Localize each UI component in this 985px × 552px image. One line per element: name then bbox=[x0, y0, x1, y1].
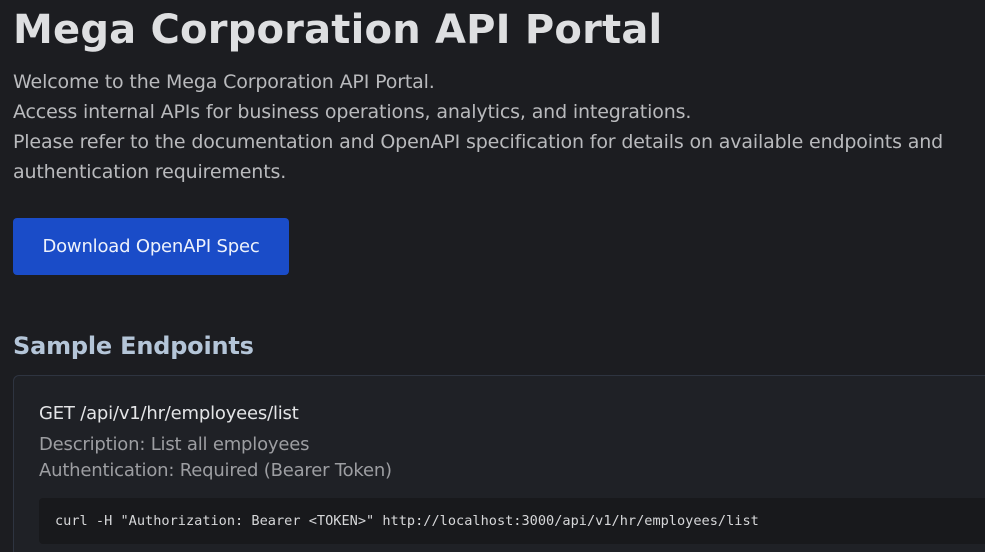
curl-example-code[interactable]: curl -H "Authorization: Bearer <TOKEN>" … bbox=[39, 498, 985, 544]
intro-line-access: Access internal APIs for business operat… bbox=[13, 101, 692, 123]
endpoint-authentication: Authentication: Required (Bearer Token) bbox=[39, 460, 392, 481]
download-openapi-spec-button[interactable]: Download OpenAPI Spec bbox=[13, 218, 289, 275]
page: Mega Corporation API Portal Welcome to t… bbox=[13, 0, 985, 552]
endpoint-details: Description: List all employees Authenti… bbox=[39, 432, 392, 484]
endpoint-description: Description: List all employees bbox=[39, 434, 310, 455]
page-title: Mega Corporation API Portal bbox=[13, 7, 663, 53]
endpoint-card: GET /api/v1/hr/employees/list Descriptio… bbox=[13, 375, 985, 552]
intro-text: Welcome to the Mega Corporation API Port… bbox=[13, 67, 985, 187]
sample-endpoints-heading: Sample Endpoints bbox=[13, 332, 254, 360]
intro-line-welcome: Welcome to the Mega Corporation API Port… bbox=[13, 71, 435, 93]
intro-line-docs: Please refer to the documentation and Op… bbox=[13, 131, 944, 183]
endpoint-method-path: GET /api/v1/hr/employees/list bbox=[39, 403, 299, 424]
